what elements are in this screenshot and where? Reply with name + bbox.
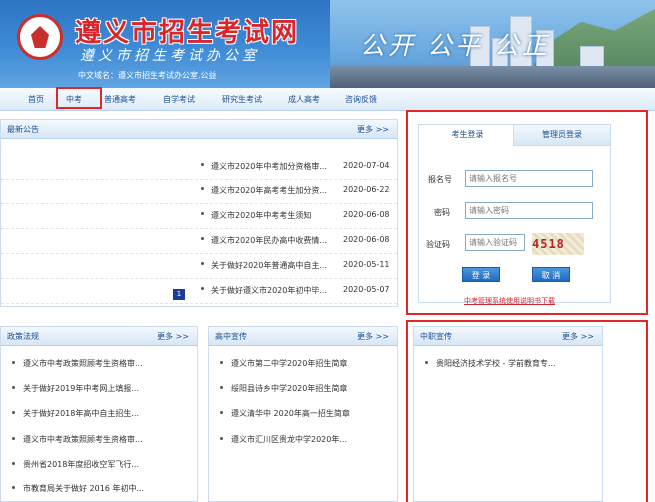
password-label: 密码 — [434, 208, 450, 217]
tab-admin-login[interactable]: 管理员登录 — [513, 124, 611, 146]
list-item[interactable]: 遵义市中考政策照顾考生资格审... — [1, 354, 197, 374]
bullet-icon — [12, 411, 15, 414]
panel-header: 政策法规 更多 >> — [1, 327, 197, 346]
captcha-image[interactable]: 4518 — [532, 233, 584, 255]
latest-notices-panel: 最新公告 更多 >> 遵义市2020年中考加分资格审... 2020-07-04 … — [0, 119, 398, 307]
list-item[interactable]: 遵义市2020年中考加分资格审... 2020-07-04 — [1, 155, 397, 180]
nav-item-adult[interactable]: 成人高考 — [288, 94, 320, 105]
login-form-body — [418, 144, 611, 303]
list-item[interactable]: 关于做好遵义市2020年初中毕... 2020-05-07 — [1, 279, 397, 304]
bullet-icon — [12, 386, 15, 389]
site-title: 遵义市招生考试网 — [75, 18, 300, 48]
list-item[interactable]: 关于做好2020年普通高中自主... 2020-05-11 — [1, 254, 397, 279]
registration-number-input[interactable] — [465, 170, 593, 187]
bullet-icon — [201, 287, 204, 290]
policy-link[interactable]: 遵义市中考政策照顾考生资格审... — [23, 434, 143, 445]
list-item[interactable]: 绥阳县诗乡中学2020年招生简章 — [209, 379, 397, 399]
list-item[interactable]: 遵义市第二中学2020年招生简章 — [209, 354, 397, 374]
notice-date: 2020-06-22 — [343, 185, 390, 194]
nav-item-feedback[interactable]: 咨询反馈 — [345, 94, 377, 105]
bullet-icon — [201, 187, 204, 190]
list-item[interactable]: 遵义市2020年民办高中收费情... 2020-06-08 — [1, 229, 397, 254]
captcha-label: 验证码 — [426, 240, 450, 249]
site-subtitle: 遵义市招生考试办公室 — [80, 48, 260, 64]
bullet-icon — [220, 386, 223, 389]
bullet-icon — [220, 437, 223, 440]
highschool-link[interactable]: 遵义市汇川区贵龙中学2020年... — [231, 434, 347, 445]
nav-active-highlight — [56, 87, 102, 109]
list-item[interactable]: 遵义市2020年高考考生加分资... 2020-06-22 — [1, 179, 397, 204]
panel-header: 最新公告 更多 >> — [1, 120, 397, 139]
policy-panel: 政策法规 更多 >> 遵义市中考政策照顾考生资格审... 关于做好2019年中考… — [0, 326, 198, 502]
highschool-link[interactable]: 遵义市第二中学2020年招生简章 — [231, 358, 347, 369]
page-number-button[interactable]: 1 — [173, 289, 185, 300]
highschool-link[interactable]: 遵义清华中 2020年高一招生简章 — [231, 408, 350, 419]
bullet-icon — [12, 462, 15, 465]
more-link[interactable]: 更多 >> — [357, 331, 389, 342]
id-label: 报名号 — [428, 175, 452, 184]
list-item[interactable]: 关于做好2018年高中自主招生... — [1, 404, 197, 424]
site-domain: 中文域名：遵义市招生考试办公室.公益 — [78, 71, 217, 80]
policy-link[interactable]: 关于做好2019年中考网上填报... — [23, 383, 139, 394]
captcha-input[interactable] — [465, 234, 525, 251]
list-item[interactable]: 关于做好2019年中考网上填报... — [1, 379, 197, 399]
notice-date: 2020-06-08 — [343, 235, 390, 244]
panel-header: 高中宣传 更多 >> — [209, 327, 397, 346]
highlight-frame — [406, 320, 648, 502]
list-item[interactable]: 遵义市2020年中考考生须知 2020-06-08 — [1, 204, 397, 229]
notice-date: 2020-06-08 — [343, 210, 390, 219]
list-item[interactable]: 遵义市汇川区贵龙中学2020年... — [209, 430, 397, 450]
more-link[interactable]: 更多 >> — [357, 124, 389, 135]
panel-title: 政策法规 — [7, 332, 39, 341]
bullet-icon — [220, 411, 223, 414]
banner-road — [330, 66, 655, 88]
tab-student-login[interactable]: 考生登录 — [418, 124, 517, 145]
more-link[interactable]: 更多 >> — [157, 331, 189, 342]
site-slogan: 公开 公平 公正 — [360, 31, 550, 60]
bullet-icon — [12, 437, 15, 440]
bullet-icon — [201, 262, 204, 265]
notice-link[interactable]: 遵义市2020年中考考生须知 — [211, 210, 311, 221]
notice-link[interactable]: 关于做好遵义市2020年初中毕... — [211, 285, 327, 296]
panel-title: 最新公告 — [7, 125, 39, 134]
policy-link[interactable]: 市教育局关于做好 2016 年初中... — [23, 483, 144, 494]
policy-link[interactable]: 遵义市中考政策照顾考生资格审... — [23, 358, 143, 369]
site-banner: 遵义市招生考试网 遵义市招生考试办公室 中文域名：遵义市招生考试办公室.公益 公… — [0, 0, 655, 88]
notice-date: 2020-05-11 — [343, 260, 390, 269]
cancel-button[interactable]: 取 消 — [532, 267, 570, 282]
bullet-icon — [12, 361, 15, 364]
login-panel: 考生登录 管理员登录 报名号 密码 验证码 4518 登 录 取 消 中考管理系… — [406, 110, 648, 315]
notice-date: 2020-07-04 — [343, 161, 390, 170]
nav-item-self-study[interactable]: 自学考试 — [163, 94, 195, 105]
policy-link[interactable]: 关于做好2018年高中自主招生... — [23, 408, 139, 419]
password-input[interactable] — [465, 202, 593, 219]
notice-link[interactable]: 遵义市2020年高考考生加分资... — [211, 185, 327, 196]
bullet-icon — [201, 212, 204, 215]
manual-download-link[interactable]: 中考管理系统使用说明书下载 — [464, 296, 555, 306]
list-item[interactable]: 贵州省2018年度招收空军飞行... — [1, 455, 197, 475]
bullet-icon — [201, 237, 204, 240]
panel-title: 高中宣传 — [215, 332, 247, 341]
nav-item-gaokao[interactable]: 普通高考 — [104, 94, 136, 105]
list-item[interactable]: 遵义市中考政策照顾考生资格审... — [1, 430, 197, 450]
notice-link[interactable]: 遵义市2020年民办高中收费情... — [211, 235, 327, 246]
bullet-icon — [220, 361, 223, 364]
list-item[interactable]: 市教育局关于做好 2016 年初中... — [1, 479, 197, 499]
nav-item-home[interactable]: 首页 — [28, 94, 44, 105]
policy-link[interactable]: 贵州省2018年度招收空军飞行... — [23, 459, 139, 470]
login-button[interactable]: 登 录 — [462, 267, 500, 282]
notice-date: 2020-05-07 — [343, 285, 390, 294]
bullet-icon — [201, 163, 204, 166]
highschool-panel: 高中宣传 更多 >> 遵义市第二中学2020年招生简章 绥阳县诗乡中学2020年… — [208, 326, 398, 502]
site-logo[interactable] — [17, 14, 63, 60]
notice-link[interactable]: 关于做好2020年普通高中自主... — [211, 260, 327, 271]
nav-item-graduate[interactable]: 研究生考试 — [222, 94, 262, 105]
bullet-icon — [12, 486, 15, 489]
list-item[interactable]: 遵义清华中 2020年高一招生简章 — [209, 404, 397, 424]
highschool-link[interactable]: 绥阳县诗乡中学2020年招生简章 — [231, 383, 347, 394]
notice-link[interactable]: 遵义市2020年中考加分资格审... — [211, 161, 327, 172]
